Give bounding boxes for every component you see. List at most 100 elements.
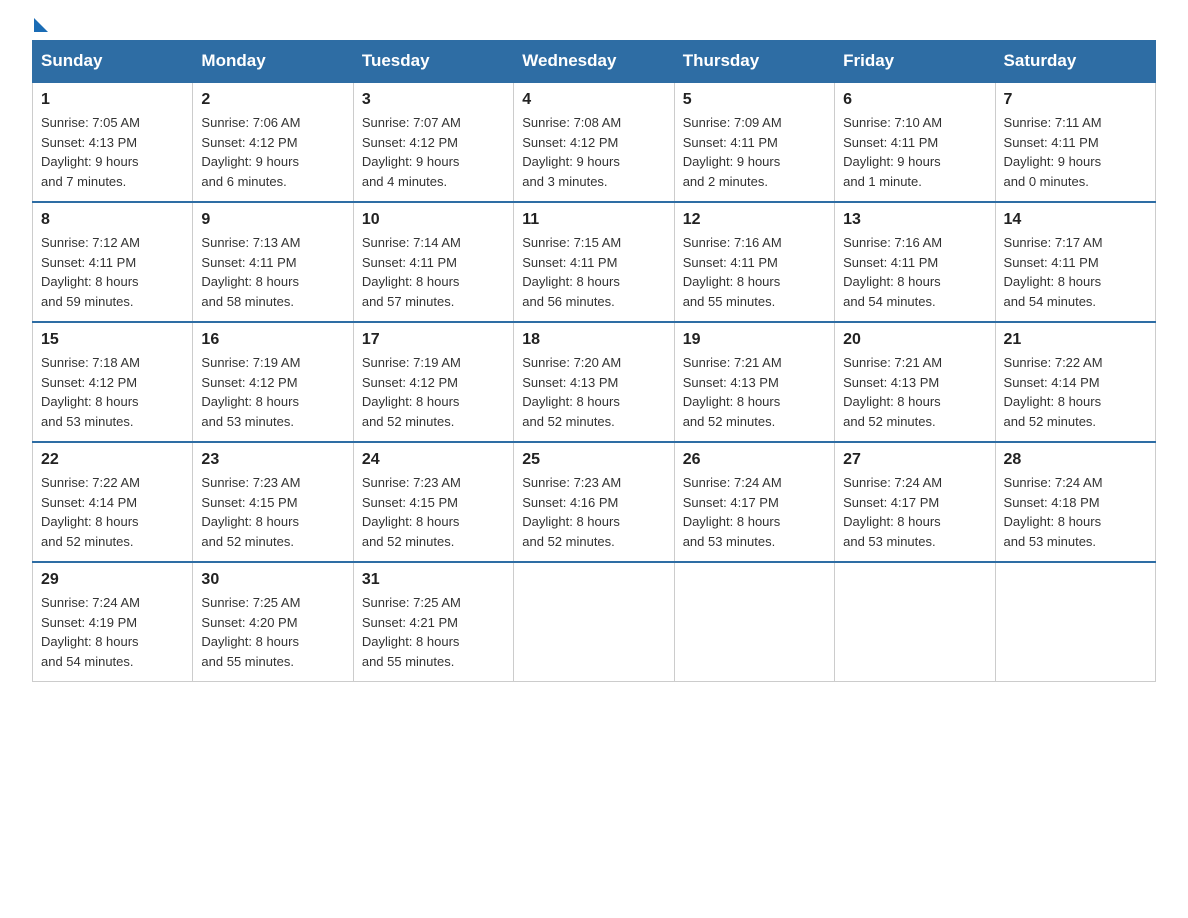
calendar-cell: 17 Sunrise: 7:19 AMSunset: 4:12 PMDaylig… [353,322,513,442]
calendar-week-row: 22 Sunrise: 7:22 AMSunset: 4:14 PMDaylig… [33,442,1156,562]
calendar-cell: 29 Sunrise: 7:24 AMSunset: 4:19 PMDaylig… [33,562,193,682]
day-info: Sunrise: 7:22 AMSunset: 4:14 PMDaylight:… [1004,355,1103,429]
day-number: 16 [201,331,344,349]
day-info: Sunrise: 7:07 AMSunset: 4:12 PMDaylight:… [362,115,461,189]
weekday-header-wednesday: Wednesday [514,41,674,83]
calendar-cell: 28 Sunrise: 7:24 AMSunset: 4:18 PMDaylig… [995,442,1155,562]
calendar-cell: 21 Sunrise: 7:22 AMSunset: 4:14 PMDaylig… [995,322,1155,442]
day-number: 7 [1004,91,1147,109]
day-number: 3 [362,91,505,109]
day-info: Sunrise: 7:22 AMSunset: 4:14 PMDaylight:… [41,475,140,549]
day-info: Sunrise: 7:24 AMSunset: 4:17 PMDaylight:… [843,475,942,549]
day-info: Sunrise: 7:19 AMSunset: 4:12 PMDaylight:… [201,355,300,429]
weekday-header-thursday: Thursday [674,41,834,83]
calendar-cell: 12 Sunrise: 7:16 AMSunset: 4:11 PMDaylig… [674,202,834,322]
calendar-table: SundayMondayTuesdayWednesdayThursdayFrid… [32,40,1156,682]
day-info: Sunrise: 7:24 AMSunset: 4:19 PMDaylight:… [41,595,140,669]
calendar-cell: 3 Sunrise: 7:07 AMSunset: 4:12 PMDayligh… [353,82,513,202]
day-number: 4 [522,91,665,109]
day-number: 17 [362,331,505,349]
calendar-cell: 27 Sunrise: 7:24 AMSunset: 4:17 PMDaylig… [835,442,995,562]
calendar-cell [995,562,1155,682]
calendar-cell: 24 Sunrise: 7:23 AMSunset: 4:15 PMDaylig… [353,442,513,562]
calendar-cell: 7 Sunrise: 7:11 AMSunset: 4:11 PMDayligh… [995,82,1155,202]
day-number: 15 [41,331,184,349]
day-number: 8 [41,211,184,229]
calendar-cell: 20 Sunrise: 7:21 AMSunset: 4:13 PMDaylig… [835,322,995,442]
day-info: Sunrise: 7:23 AMSunset: 4:16 PMDaylight:… [522,475,621,549]
calendar-cell: 22 Sunrise: 7:22 AMSunset: 4:14 PMDaylig… [33,442,193,562]
page-header [32,24,1156,28]
day-info: Sunrise: 7:10 AMSunset: 4:11 PMDaylight:… [843,115,942,189]
calendar-cell: 14 Sunrise: 7:17 AMSunset: 4:11 PMDaylig… [995,202,1155,322]
day-number: 12 [683,211,826,229]
day-info: Sunrise: 7:21 AMSunset: 4:13 PMDaylight:… [843,355,942,429]
calendar-week-row: 15 Sunrise: 7:18 AMSunset: 4:12 PMDaylig… [33,322,1156,442]
weekday-header-sunday: Sunday [33,41,193,83]
day-number: 25 [522,451,665,469]
calendar-cell: 13 Sunrise: 7:16 AMSunset: 4:11 PMDaylig… [835,202,995,322]
weekday-header-row: SundayMondayTuesdayWednesdayThursdayFrid… [33,41,1156,83]
day-info: Sunrise: 7:11 AMSunset: 4:11 PMDaylight:… [1004,115,1102,189]
calendar-cell: 5 Sunrise: 7:09 AMSunset: 4:11 PMDayligh… [674,82,834,202]
day-info: Sunrise: 7:05 AMSunset: 4:13 PMDaylight:… [41,115,140,189]
calendar-cell: 16 Sunrise: 7:19 AMSunset: 4:12 PMDaylig… [193,322,353,442]
calendar-cell: 6 Sunrise: 7:10 AMSunset: 4:11 PMDayligh… [835,82,995,202]
day-number: 23 [201,451,344,469]
day-info: Sunrise: 7:20 AMSunset: 4:13 PMDaylight:… [522,355,621,429]
day-info: Sunrise: 7:18 AMSunset: 4:12 PMDaylight:… [41,355,140,429]
weekday-header-monday: Monday [193,41,353,83]
calendar-cell: 1 Sunrise: 7:05 AMSunset: 4:13 PMDayligh… [33,82,193,202]
day-number: 14 [1004,211,1147,229]
day-number: 6 [843,91,986,109]
day-info: Sunrise: 7:24 AMSunset: 4:18 PMDaylight:… [1004,475,1103,549]
day-number: 21 [1004,331,1147,349]
day-info: Sunrise: 7:06 AMSunset: 4:12 PMDaylight:… [201,115,300,189]
calendar-cell [514,562,674,682]
calendar-cell: 30 Sunrise: 7:25 AMSunset: 4:20 PMDaylig… [193,562,353,682]
calendar-cell: 26 Sunrise: 7:24 AMSunset: 4:17 PMDaylig… [674,442,834,562]
day-info: Sunrise: 7:15 AMSunset: 4:11 PMDaylight:… [522,235,621,309]
day-info: Sunrise: 7:09 AMSunset: 4:11 PMDaylight:… [683,115,782,189]
day-info: Sunrise: 7:24 AMSunset: 4:17 PMDaylight:… [683,475,782,549]
day-info: Sunrise: 7:25 AMSunset: 4:20 PMDaylight:… [201,595,300,669]
day-info: Sunrise: 7:14 AMSunset: 4:11 PMDaylight:… [362,235,461,309]
day-number: 26 [683,451,826,469]
day-number: 31 [362,571,505,589]
day-info: Sunrise: 7:17 AMSunset: 4:11 PMDaylight:… [1004,235,1103,309]
day-number: 30 [201,571,344,589]
calendar-week-row: 1 Sunrise: 7:05 AMSunset: 4:13 PMDayligh… [33,82,1156,202]
weekday-header-saturday: Saturday [995,41,1155,83]
calendar-cell: 9 Sunrise: 7:13 AMSunset: 4:11 PMDayligh… [193,202,353,322]
day-number: 10 [362,211,505,229]
calendar-cell: 31 Sunrise: 7:25 AMSunset: 4:21 PMDaylig… [353,562,513,682]
day-info: Sunrise: 7:23 AMSunset: 4:15 PMDaylight:… [201,475,300,549]
calendar-cell: 4 Sunrise: 7:08 AMSunset: 4:12 PMDayligh… [514,82,674,202]
day-info: Sunrise: 7:25 AMSunset: 4:21 PMDaylight:… [362,595,461,669]
day-number: 2 [201,91,344,109]
day-number: 1 [41,91,184,109]
day-number: 13 [843,211,986,229]
day-info: Sunrise: 7:08 AMSunset: 4:12 PMDaylight:… [522,115,621,189]
calendar-cell [835,562,995,682]
calendar-week-row: 8 Sunrise: 7:12 AMSunset: 4:11 PMDayligh… [33,202,1156,322]
calendar-cell: 15 Sunrise: 7:18 AMSunset: 4:12 PMDaylig… [33,322,193,442]
calendar-cell [674,562,834,682]
weekday-header-tuesday: Tuesday [353,41,513,83]
day-number: 28 [1004,451,1147,469]
day-info: Sunrise: 7:23 AMSunset: 4:15 PMDaylight:… [362,475,461,549]
logo-triangle-icon [34,18,48,32]
calendar-cell: 23 Sunrise: 7:23 AMSunset: 4:15 PMDaylig… [193,442,353,562]
calendar-week-row: 29 Sunrise: 7:24 AMSunset: 4:19 PMDaylig… [33,562,1156,682]
day-number: 9 [201,211,344,229]
day-number: 24 [362,451,505,469]
day-number: 11 [522,211,665,229]
day-number: 22 [41,451,184,469]
day-number: 27 [843,451,986,469]
day-info: Sunrise: 7:13 AMSunset: 4:11 PMDaylight:… [201,235,300,309]
day-info: Sunrise: 7:21 AMSunset: 4:13 PMDaylight:… [683,355,782,429]
day-number: 20 [843,331,986,349]
day-info: Sunrise: 7:19 AMSunset: 4:12 PMDaylight:… [362,355,461,429]
calendar-cell: 19 Sunrise: 7:21 AMSunset: 4:13 PMDaylig… [674,322,834,442]
logo [32,24,48,28]
